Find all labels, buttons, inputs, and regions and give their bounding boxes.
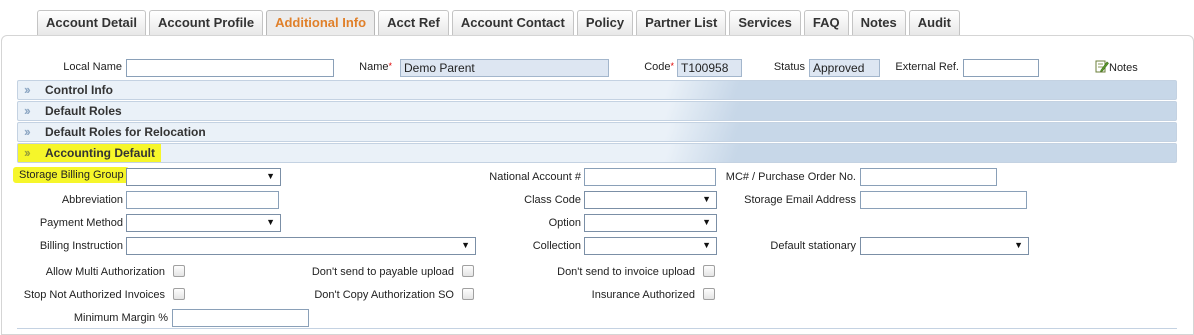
name-label: Name* bbox=[330, 61, 392, 73]
notes-link[interactable]: Notes bbox=[1095, 59, 1138, 74]
collection-select[interactable]: ▼ bbox=[584, 237, 717, 255]
class-code-label: Class Code bbox=[524, 194, 581, 206]
billing-instruction-label: Billing Instruction bbox=[39, 240, 123, 252]
code-label: Code* bbox=[620, 61, 674, 73]
payment-method-label: Payment Method bbox=[39, 217, 123, 229]
dont-copy-auth-checkbox[interactable] bbox=[462, 288, 474, 300]
allow-multi-auth-label: Allow Multi Authorization bbox=[45, 266, 165, 278]
section-title: Accounting Default bbox=[45, 146, 155, 160]
name-label-text: Name bbox=[359, 61, 389, 73]
minimum-margin-label: Minimum Margin % bbox=[73, 312, 168, 324]
tab-services[interactable]: Services bbox=[729, 10, 801, 35]
storage-email-input[interactable] bbox=[860, 191, 1027, 209]
notes-link-label: Notes bbox=[1109, 62, 1138, 74]
dropdown-arrow-icon: ▼ bbox=[266, 217, 275, 227]
tab-additional-info[interactable]: Additional Info bbox=[266, 10, 376, 35]
status-input[interactable] bbox=[809, 59, 880, 77]
storage-billing-group-select[interactable]: ▼ bbox=[126, 168, 281, 186]
stop-not-auth-checkbox[interactable] bbox=[173, 288, 185, 300]
local-name-input[interactable] bbox=[126, 59, 334, 77]
stop-not-auth-label: Stop Not Authorized Invoices bbox=[23, 289, 165, 301]
double-chevron-right-icon: ›› bbox=[24, 124, 31, 139]
allow-multi-auth-checkbox[interactable] bbox=[173, 265, 185, 277]
billing-instruction-select[interactable]: ▼ bbox=[126, 237, 476, 255]
dropdown-arrow-icon: ▼ bbox=[266, 171, 275, 181]
storage-email-label: Storage Email Address bbox=[744, 194, 856, 206]
section-default-roles[interactable]: ›› Default Roles bbox=[17, 101, 1177, 121]
mc-po-input[interactable] bbox=[860, 168, 997, 186]
section-default-roles-relocation[interactable]: ›› Default Roles for Relocation bbox=[17, 122, 1177, 142]
collection-label: Collection bbox=[532, 240, 581, 252]
local-name-label: Local Name bbox=[63, 61, 122, 73]
dropdown-arrow-icon: ▼ bbox=[702, 217, 711, 227]
dont-send-payable-checkbox[interactable] bbox=[462, 265, 474, 277]
tab-audit[interactable]: Audit bbox=[908, 10, 960, 35]
section-title: Control Info bbox=[45, 83, 113, 97]
tab-strip: Account Detail Account Profile Additiona… bbox=[37, 10, 963, 35]
tab-notes[interactable]: Notes bbox=[851, 10, 906, 35]
dont-send-invoice-label: Don't send to invoice upload bbox=[557, 266, 695, 278]
dont-send-invoice-checkbox[interactable] bbox=[703, 265, 715, 277]
dont-send-payable-label: Don't send to payable upload bbox=[311, 266, 454, 278]
option-label: Option bbox=[548, 217, 581, 229]
tab-partner-list[interactable]: Partner List bbox=[636, 10, 727, 35]
abbreviation-label: Abbreviation bbox=[61, 194, 123, 206]
insurance-auth-label: Insurance Authorized bbox=[591, 289, 695, 301]
tab-acct-ref[interactable]: Acct Ref bbox=[378, 10, 449, 35]
dont-copy-auth-label: Don't Copy Authorization SO bbox=[314, 289, 454, 301]
section-title: Default Roles bbox=[45, 104, 122, 118]
external-ref-label: External Ref. bbox=[895, 61, 959, 73]
section-accounting-default[interactable]: ›› Accounting Default bbox=[17, 143, 1177, 163]
mc-po-label: MC# / Purchase Order No. bbox=[725, 171, 856, 183]
default-stationary-select[interactable]: ▼ bbox=[860, 237, 1029, 255]
required-marker: * bbox=[670, 61, 674, 71]
abbreviation-input[interactable] bbox=[126, 191, 279, 209]
tab-account-contact[interactable]: Account Contact bbox=[451, 10, 574, 35]
notes-edit-icon bbox=[1095, 60, 1109, 73]
double-chevron-right-icon: ›› bbox=[24, 145, 31, 160]
status-label: Status bbox=[773, 61, 805, 73]
national-account-input[interactable] bbox=[584, 168, 716, 186]
tab-policy[interactable]: Policy bbox=[576, 10, 634, 35]
external-ref-input[interactable] bbox=[963, 59, 1039, 77]
double-chevron-right-icon: ›› bbox=[24, 82, 31, 97]
default-stationary-label: Default stationary bbox=[770, 240, 856, 252]
minimum-margin-input[interactable] bbox=[172, 309, 309, 327]
storage-billing-group-label: Storage Billing Group bbox=[13, 167, 129, 183]
payment-method-select[interactable]: ▼ bbox=[126, 214, 281, 232]
code-input[interactable] bbox=[677, 59, 742, 77]
code-label-text: Code bbox=[644, 61, 671, 73]
national-account-label: National Account # bbox=[489, 171, 581, 183]
section-bottom-rule bbox=[17, 328, 1177, 329]
class-code-select[interactable]: ▼ bbox=[584, 191, 717, 209]
section-control-info[interactable]: ›› Control Info bbox=[17, 80, 1177, 100]
double-chevron-right-icon: ›› bbox=[24, 103, 31, 118]
dropdown-arrow-icon: ▼ bbox=[1014, 240, 1023, 250]
tab-account-profile[interactable]: Account Profile bbox=[149, 10, 264, 35]
section-title: Default Roles for Relocation bbox=[45, 125, 206, 139]
name-input[interactable] bbox=[400, 59, 609, 77]
tab-account-detail[interactable]: Account Detail bbox=[37, 10, 147, 35]
tab-faq[interactable]: FAQ bbox=[803, 10, 849, 35]
required-marker: * bbox=[388, 61, 392, 71]
option-select[interactable]: ▼ bbox=[584, 214, 717, 232]
insurance-auth-checkbox[interactable] bbox=[703, 288, 715, 300]
